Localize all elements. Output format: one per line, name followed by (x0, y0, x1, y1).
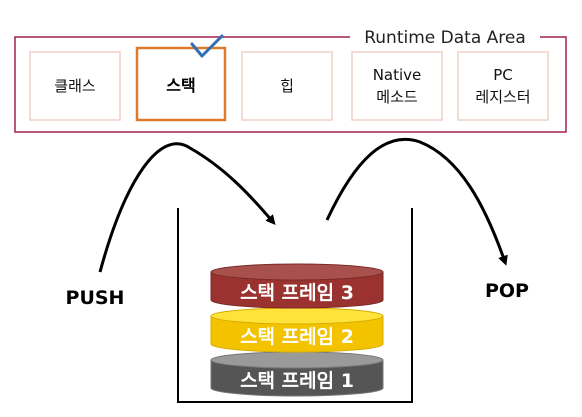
runtime-data-area: Runtime Data Area 클래스 스택 힙 Native 메소드 PC… (14, 26, 567, 133)
area-box-heap: 힙 (241, 51, 333, 121)
area-box-label: 클래스 (54, 77, 96, 95)
area-box-label: 힙 (280, 77, 294, 95)
area-box-class: 클래스 (29, 51, 121, 121)
runtime-area-title: Runtime Data Area (364, 28, 526, 48)
stack-frame-3: 스택 프레임 3 (210, 263, 384, 309)
stack-frame-label: 스택 프레임 1 (240, 370, 354, 392)
stack-frame-label: 스택 프레임 2 (240, 326, 354, 348)
stack-frame-label: 스택 프레임 3 (240, 282, 354, 304)
area-box-label-line1: Native (373, 66, 422, 84)
stack-frame-1: 스택 프레임 1 (210, 351, 384, 397)
area-box-stack: 스택 (135, 34, 227, 122)
area-box-native-method: Native 메소드 (351, 51, 443, 121)
push-label: PUSH (66, 287, 125, 309)
stack-frames: 스택 프레임 1 스택 프레임 2 스택 프레임 3 (210, 263, 384, 397)
pop-label: POP (485, 280, 529, 302)
area-box-pc-register: PC 레지스터 (457, 51, 549, 121)
diagram-stage: Runtime Data Area 클래스 스택 힙 Native 메소드 PC… (0, 0, 582, 417)
area-box-label-line2: 레지스터 (475, 88, 530, 106)
area-box-label-line1: PC (493, 66, 513, 84)
push-arrow (98, 142, 276, 273)
area-box-label-line2: 메소드 (376, 88, 418, 106)
area-box-label: 스택 (166, 76, 195, 95)
stack-frame-2: 스택 프레임 2 (210, 307, 384, 353)
stack-diagram: Runtime Data Area 클래스 스택 힙 Native 메소드 PC… (14, 26, 567, 403)
pop-arrow (325, 137, 508, 266)
